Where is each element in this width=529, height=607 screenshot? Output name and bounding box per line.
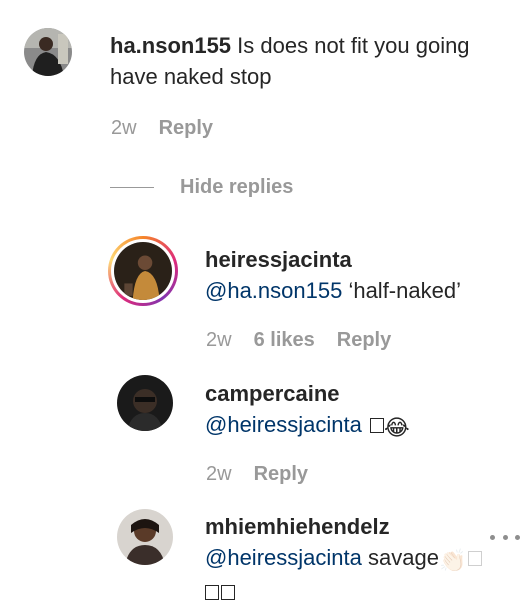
hide-replies-divider (110, 187, 154, 188)
comment-username[interactable]: ha.nson155 (110, 33, 231, 58)
reply-button[interactable]: Reply (254, 463, 308, 486)
dot (515, 534, 520, 540)
missing-glyph-box (221, 585, 235, 600)
reply-username[interactable]: mhiemhiehendelz (205, 514, 390, 539)
more-options-icon[interactable] (490, 532, 520, 542)
reply-button[interactable]: Reply (159, 117, 213, 140)
reply-meta: 2w Reply (206, 463, 330, 486)
comment-meta: 2w Reply (111, 117, 235, 140)
reply-meta: 2w 6 likes Reply (206, 329, 413, 352)
laughing-emoji-icon: 😂 (383, 415, 410, 440)
reply-body: campercaine @heiressjacinta 😂 (205, 378, 525, 443)
reply-body: mhiemhiehendelz @heiressjacinta savage👏🏻 (205, 511, 505, 607)
missing-glyph-box (205, 585, 219, 600)
hide-replies-toggle[interactable]: Hide replies (110, 176, 293, 199)
reply-body: heiressjacinta @ha.nson155 ‘half-naked’ (205, 244, 525, 306)
reply-time: 2w (206, 329, 232, 351)
avatar-campercaine[interactable] (117, 375, 173, 431)
comment-body: ha.nson155 Is does not fit you going hav… (110, 30, 490, 92)
missing-glyph-box (468, 551, 483, 566)
comment-time: 2w (111, 117, 137, 139)
avatar-mhiemhiehendelz[interactable] (117, 509, 173, 565)
reply-text: ‘half-naked’ (348, 278, 461, 303)
avatar-heiressjacinta[interactable] (108, 236, 178, 306)
reply-mention[interactable]: @heiressjacinta (205, 412, 362, 437)
clapping-hands-emoji-icon: 👏🏻 (438, 548, 467, 573)
reply-username[interactable]: campercaine (205, 381, 340, 406)
reply-username[interactable]: heiressjacinta (205, 247, 352, 272)
reply-button[interactable]: Reply (337, 329, 391, 352)
avatar-ha-nson155[interactable] (24, 28, 72, 76)
reply-mention[interactable]: @ha.nson155 (205, 278, 342, 303)
reply-time: 2w (206, 463, 232, 485)
likes-count[interactable]: 6 likes (254, 329, 315, 352)
dot (490, 534, 495, 540)
hide-replies-label[interactable]: Hide replies (180, 176, 293, 199)
reply-text: savage (367, 545, 439, 570)
reply-mention[interactable]: @heiressjacinta (205, 545, 362, 570)
missing-glyph-box (369, 418, 384, 433)
dot (502, 534, 508, 540)
